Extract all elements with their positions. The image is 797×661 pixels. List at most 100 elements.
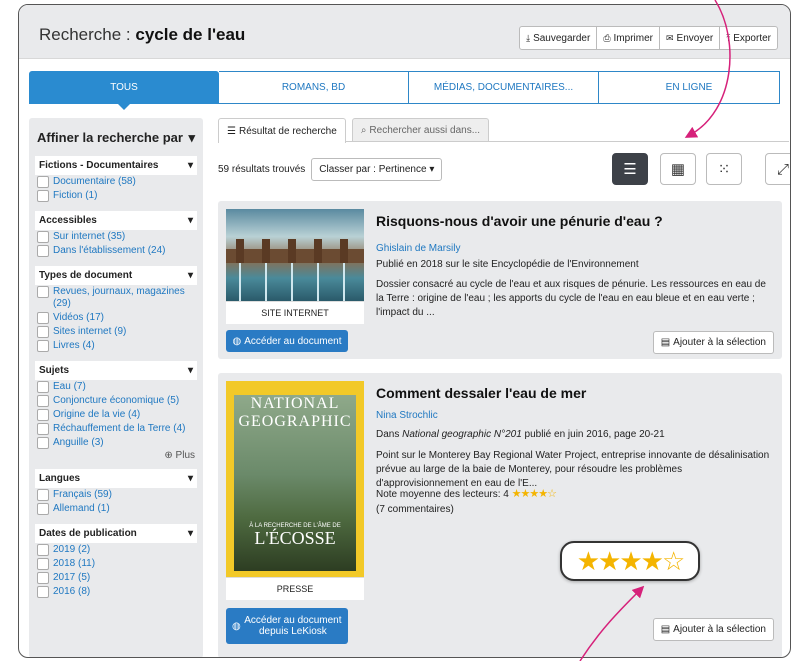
facet-checkbox[interactable] (37, 489, 49, 501)
facet-item[interactable]: Eau (7) (35, 380, 197, 394)
facet-group-header[interactable]: Types de document ▾ (35, 266, 197, 285)
add-to-selection-button[interactable]: ▤ Ajouter à la sélection (652, 618, 774, 641)
tab-romans-bd[interactable]: ROMANS, BD (219, 71, 409, 104)
facet-checkbox[interactable] (37, 544, 49, 556)
search-header: Recherche : cycle de l'eau ⤓ Sauvegarder … (19, 5, 790, 59)
list-icon: ☰ (227, 125, 236, 137)
facet-checkbox[interactable] (37, 437, 49, 449)
facet-checkbox[interactable] (37, 190, 49, 202)
cover-headline: L'ÉCOSSE (254, 528, 336, 548)
export-label: Exporter (733, 32, 771, 44)
tab-search-also-label: Rechercher aussi dans... (369, 124, 481, 136)
basket-icon: ▤ (660, 624, 671, 635)
facet-item[interactable]: Français (59) (35, 488, 197, 502)
result-author[interactable]: Nina Strochlic (376, 410, 438, 421)
export-button[interactable]: ⤒ Exporter (719, 26, 778, 50)
sidebar-title[interactable]: Affiner la recherche par ▾ (37, 130, 195, 146)
access-lekiosk-label: Accéder au document depuis LeKiosk (244, 615, 342, 637)
access-lekiosk-button[interactable]: ◍ Accéder au document depuis LeKiosk (226, 608, 348, 644)
add-to-selection-label: Ajouter à la sélection (673, 337, 766, 348)
facet-item[interactable]: Livres (4) (35, 339, 197, 353)
result-thumbnail: SITE INTERNET (226, 209, 364, 324)
tab-tous[interactable]: TOUS (29, 71, 219, 110)
save-button[interactable]: ⤓ Sauvegarder (519, 26, 598, 50)
facet-item[interactable]: Allemand (1) (35, 502, 197, 516)
send-button[interactable]: ✉ Envoyer (658, 26, 721, 50)
result-title[interactable]: Comment dessaler l'eau de mer (376, 385, 586, 401)
caret-down-icon: ▾ (187, 215, 193, 226)
add-to-selection-button[interactable]: ▤ Ajouter à la sélection (652, 331, 774, 354)
facet-item[interactable]: Dans l'établissement (24) (35, 244, 197, 258)
facet-item[interactable]: 2018 (11) (35, 557, 197, 571)
facet-item[interactable]: Origine de la vie (4) (35, 408, 197, 422)
facet-checkbox[interactable] (37, 423, 49, 435)
result-publication: Dans National geographic N°201 publié en… (376, 429, 665, 440)
list-view-button[interactable]: ☰ (612, 153, 648, 185)
sidebar-title-label: Affiner la recherche par (37, 130, 183, 145)
facet-group-header[interactable]: Sujets ▾ (35, 361, 197, 380)
facet-checkbox[interactable] (37, 572, 49, 584)
facet-group-header[interactable]: Langues ▾ (35, 469, 197, 488)
facet-checkbox[interactable] (37, 503, 49, 515)
facet-checkbox[interactable] (37, 409, 49, 421)
more-facets-button[interactable]: ⊕ Plus (35, 450, 197, 461)
facet-item[interactable]: Documentaire (58) (35, 175, 197, 189)
publication-source: National geographic N°201 (402, 429, 522, 440)
facet-item[interactable]: Sites internet (9) (35, 325, 197, 339)
facet-checkbox[interactable] (37, 395, 49, 407)
search-query: cycle de l'eau (135, 25, 246, 44)
facet-checkbox[interactable] (37, 312, 49, 324)
facet-checkbox[interactable] (37, 586, 49, 598)
facet-item[interactable]: Réchauffement de la Terre (4) (35, 422, 197, 436)
print-button[interactable]: ⎙ Imprimer (596, 26, 660, 50)
sort-label: Classer par : Pertinence (319, 164, 427, 175)
facet-item[interactable]: 2016 (8) (35, 585, 197, 599)
facet-group-header[interactable]: Dates de publication ▾ (35, 524, 197, 543)
fullscreen-button[interactable]: ⤢ (765, 153, 790, 185)
facet-group-header[interactable]: Accessibles ▾ (35, 211, 197, 230)
grid-small-icon: ⁙ (717, 161, 731, 178)
faucets-image (226, 209, 364, 301)
facet-item-label: 2018 (11) (53, 558, 96, 569)
facet-checkbox[interactable] (37, 340, 49, 352)
facet-checkbox[interactable] (37, 558, 49, 570)
facet-checkbox[interactable] (37, 245, 49, 257)
facet-item[interactable]: Sur internet (35) (35, 230, 197, 244)
facet-item[interactable]: Conjoncture économique (5) (35, 394, 197, 408)
result-description: Point sur le Monterey Bay Regional Water… (376, 450, 770, 489)
facet-item[interactable]: 2017 (5) (35, 571, 197, 585)
reader-rating: Note moyenne des lecteurs: 4 ★★★★☆ (376, 487, 557, 500)
facet-item-label: Livres (4) (53, 340, 95, 351)
facet-group: Fictions - Documentaires ▾ Documentaire (5… (35, 156, 197, 203)
facet-item[interactable]: Revues, journaux, magazines (29) (35, 285, 197, 311)
grid-view-button[interactable]: ▦ (660, 153, 696, 185)
facet-item-label: Anguille (3) (53, 437, 104, 448)
facet-item[interactable]: Anguille (3) (35, 436, 197, 450)
facet-checkbox[interactable] (37, 326, 49, 338)
tab-search-also[interactable]: ⌕ Rechercher aussi dans... (351, 118, 490, 141)
facet-item-label: Vidéos (17) (53, 312, 104, 323)
result-card: SITE INTERNET Risquons-nous d'avoir une … (218, 201, 782, 359)
expand-icon: ⤢ (776, 160, 789, 178)
facet-checkbox[interactable] (37, 381, 49, 393)
facet-group-header[interactable]: Fictions - Documentaires ▾ (35, 156, 197, 175)
result-title[interactable]: Risquons-nous d'avoir une pénurie d'eau … (376, 213, 663, 229)
download-icon: ⤓ (526, 32, 531, 43)
caret-down-icon: ▾ (187, 528, 193, 539)
access-document-button[interactable]: ◍ Accéder au document (226, 330, 348, 352)
facet-group-title: Types de document (39, 270, 133, 281)
facet-checkbox[interactable] (37, 286, 49, 298)
basket-icon: ▤ (660, 337, 671, 348)
facet-item[interactable]: Vidéos (17) (35, 311, 197, 325)
tab-results[interactable]: ☰ Résultat de recherche (218, 118, 346, 143)
sort-dropdown[interactable]: Classer par : Pertinence ▾ (311, 158, 443, 181)
facet-checkbox[interactable] (37, 231, 49, 243)
grid-small-view-button[interactable]: ⁙ (706, 153, 742, 185)
tab-en-ligne[interactable]: EN LIGNE (599, 71, 780, 104)
facet-item[interactable]: Fiction (1) (35, 189, 197, 203)
facet-item[interactable]: 2019 (2) (35, 543, 197, 557)
result-author[interactable]: Ghislain de Marsily (376, 243, 460, 254)
facet-checkbox[interactable] (37, 176, 49, 188)
tab-medias-documentaires[interactable]: MÉDIAS, DOCUMENTAIRES... (409, 71, 599, 104)
comment-count[interactable]: (7 commentaires) (376, 504, 454, 515)
